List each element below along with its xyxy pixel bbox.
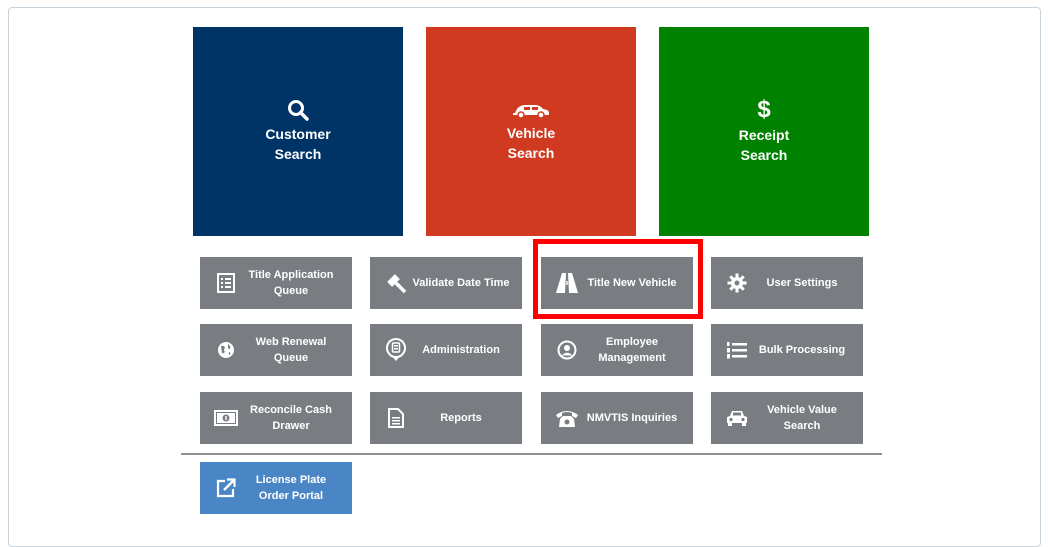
employee-management-button[interactable]: Employee Management xyxy=(541,324,693,376)
vehicle-value-search-label: Vehicle Value Search xyxy=(767,404,837,432)
reports-button[interactable]: Reports xyxy=(370,392,522,444)
user-settings-button[interactable]: User Settings xyxy=(711,257,863,309)
phone-icon xyxy=(555,406,579,430)
receipt-search-label: Receipt Search xyxy=(738,127,790,163)
money-icon xyxy=(214,406,238,430)
web-renewal-queue-label: Web Renewal Queue xyxy=(255,336,327,364)
vehicle-search-label: Vehicle Search xyxy=(506,125,556,161)
validate-date-time-button[interactable]: Validate Date Time xyxy=(370,257,522,309)
user-settings-label: User Settings xyxy=(766,277,838,289)
gear-icon xyxy=(725,271,749,295)
license-plate-order-portal-label: License Plate Order Portal xyxy=(255,474,327,502)
customer-search-label: Customer Search xyxy=(265,126,331,162)
validate-date-time-label: Validate Date Time xyxy=(412,277,510,289)
globe-icon xyxy=(214,338,238,362)
vehicle-search-tile[interactable]: Vehicle Search xyxy=(426,27,636,236)
reconcile-cash-drawer-button[interactable]: Reconcile Cash Drawer xyxy=(200,392,352,444)
reports-label: Reports xyxy=(440,412,482,424)
numbered-list-icon xyxy=(725,338,749,362)
license-plate-order-portal-button[interactable]: License Plate Order Portal xyxy=(200,462,352,514)
administration-label: Administration xyxy=(422,344,500,356)
title-new-vehicle-label: Title New Vehicle xyxy=(587,277,677,289)
bulk-processing-label: Bulk Processing xyxy=(758,344,846,356)
document-icon xyxy=(384,406,408,430)
bulk-processing-button[interactable]: Bulk Processing xyxy=(711,324,863,376)
dollar-icon: $ xyxy=(757,96,771,123)
customer-search-tile[interactable]: Customer Search xyxy=(193,27,403,236)
administration-button[interactable]: Administration xyxy=(370,324,522,376)
user-circle-icon xyxy=(555,338,579,362)
car-icon xyxy=(725,406,749,430)
section-divider xyxy=(181,453,882,455)
title-application-queue-label: Title Application Queue xyxy=(248,269,334,297)
search-icon xyxy=(287,99,309,121)
vehicle-value-search-button[interactable]: Vehicle Value Search xyxy=(711,392,863,444)
receipt-search-tile[interactable]: $ Receipt Search xyxy=(659,27,869,236)
badge-icon xyxy=(384,338,408,362)
external-link-icon xyxy=(214,476,238,500)
list-icon xyxy=(214,271,238,295)
road-icon xyxy=(555,271,579,295)
car-icon xyxy=(511,100,551,120)
gavel-icon xyxy=(384,271,408,295)
web-renewal-queue-button[interactable]: Web Renewal Queue xyxy=(200,324,352,376)
title-new-vehicle-button[interactable]: Title New Vehicle xyxy=(541,257,693,309)
nmvtis-inquiries-label: NMVTIS Inquiries xyxy=(586,412,678,424)
title-application-queue-button[interactable]: Title Application Queue xyxy=(200,257,352,309)
nmvtis-inquiries-button[interactable]: NMVTIS Inquiries xyxy=(541,392,693,444)
employee-management-label: Employee Management xyxy=(598,336,666,364)
reconcile-cash-drawer-label: Reconcile Cash Drawer xyxy=(250,404,332,432)
